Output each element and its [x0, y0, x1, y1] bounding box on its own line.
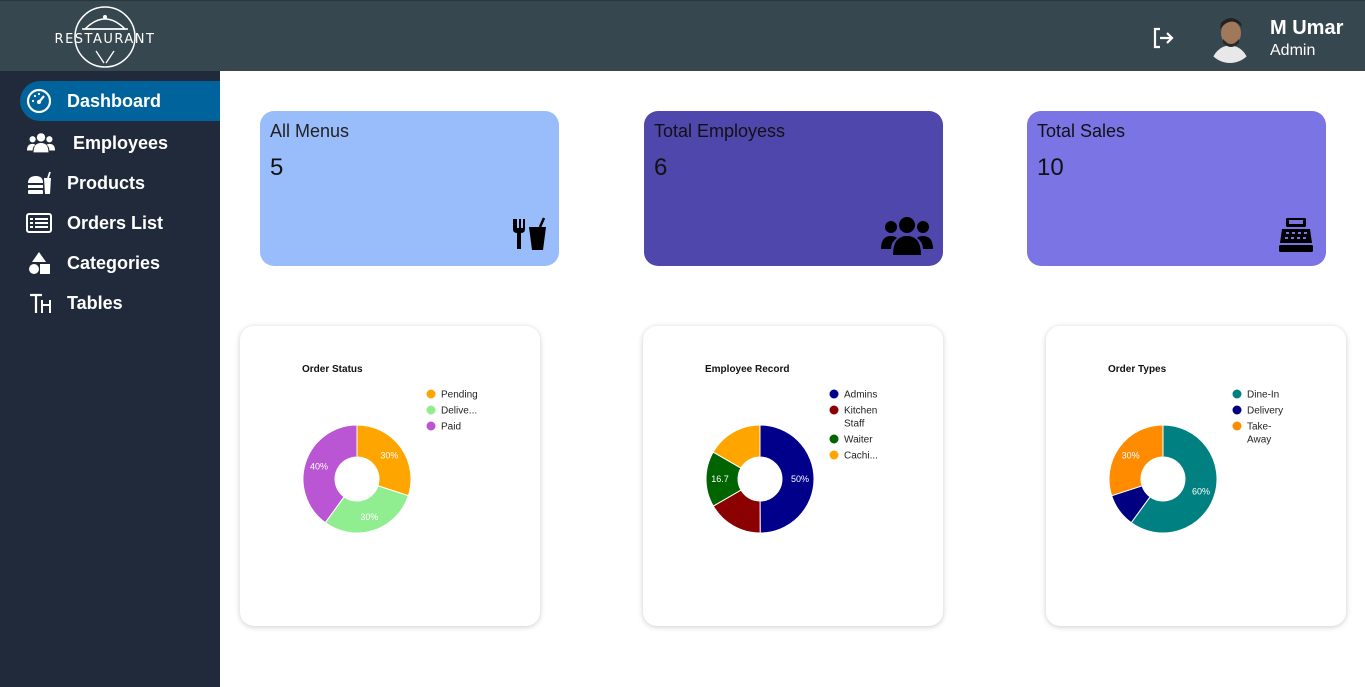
legend-swatch	[1232, 421, 1242, 431]
chart-card-employee-record: Employee Record 50% 16.7 Admins Kitchen Staff…	[643, 326, 943, 626]
top-bar: RESTAURANT M Umar Admin	[0, 0, 1365, 71]
sidebar-item-products[interactable]: Products	[20, 163, 220, 203]
chart-card-order-status: Order Status 30% 30% 40% Pending Delive... Pai…	[240, 326, 540, 626]
stat-card-menus[interactable]: All Menus 5	[260, 111, 559, 266]
legend-label[interactable]: Delivery	[1247, 406, 1283, 417]
sidebar-item-label: Employees	[73, 132, 169, 153]
users-icon	[881, 215, 933, 262]
legend-label[interactable]: Kitchen Staff	[844, 406, 877, 430]
legend-label[interactable]: Dine-In	[1247, 390, 1279, 401]
sidebar-item-label: Products	[67, 172, 146, 193]
user-photo-icon	[1205, 11, 1255, 63]
legend-swatch	[426, 389, 436, 399]
sidebar-item-tables[interactable]: Tables	[20, 283, 220, 323]
legend-label[interactable]: Pending	[441, 390, 478, 401]
stat-value: 5	[270, 154, 284, 181]
chart-title: Employee Record	[705, 364, 789, 375]
stat-value: 6	[654, 154, 668, 181]
sidebar-item-label: Orders List	[67, 212, 164, 233]
restaurant-logo[interactable]: RESTAURANT	[52, 5, 158, 69]
slice-data-label: 40%	[310, 462, 328, 472]
chart-title: Order Status	[302, 364, 363, 375]
stat-title: Total Employess	[654, 121, 786, 141]
slice-data-label: 50%	[791, 474, 809, 484]
legend-swatch	[1232, 389, 1242, 399]
list-icon	[25, 211, 53, 235]
users-icon	[27, 131, 55, 155]
legend-label[interactable]: Paid	[441, 422, 461, 433]
legend-swatch	[829, 389, 839, 399]
sidebar-item-orders-list[interactable]: Orders List	[20, 203, 220, 243]
table-icon	[26, 291, 54, 315]
stat-card-sales[interactable]: Total Sales 10	[1027, 111, 1326, 266]
sidebar: Dashboard Employees Products Orders List…	[0, 71, 220, 687]
cash-register-icon	[1278, 217, 1314, 258]
legend-label[interactable]: Admins	[844, 390, 877, 401]
order-status-chart: Order Status 30% 30% 40% Pending Delive... Pai…	[302, 364, 478, 534]
sidebar-item-employees[interactable]: Employees	[20, 123, 220, 163]
user-name: M Umar	[1270, 17, 1344, 39]
user-role: Admin	[1270, 42, 1316, 59]
legend-label[interactable]: Take-Away	[1247, 422, 1271, 446]
sidebar-item-label: Categories	[67, 252, 161, 273]
stat-card-employees[interactable]: Total Employess 6	[644, 111, 943, 266]
employee-record-chart: Employee Record 50% 16.7 Admins Kitchen Staff…	[705, 364, 878, 534]
slice-data-label: 16.7	[711, 474, 729, 484]
logo-text: RESTAURANT	[54, 32, 156, 47]
legend-swatch	[1232, 405, 1242, 415]
slice-data-label: 60%	[1192, 486, 1210, 496]
slice-data-label: 30%	[1122, 450, 1140, 460]
shapes-icon	[25, 251, 53, 275]
slice-data-label: 30%	[360, 512, 378, 522]
legend-label[interactable]: Waiter	[844, 435, 873, 446]
order-types-chart: Order Types 60% 30% Dine-In Delivery Take-Awa…	[1108, 364, 1283, 534]
legend-swatch	[829, 434, 839, 444]
slice-data-label: 30%	[380, 450, 398, 460]
chart-title: Order Types	[1108, 364, 1167, 375]
stat-title: All Menus	[270, 121, 350, 141]
legend-label[interactable]: Cachi...	[844, 451, 878, 462]
sidebar-item-label: Dashboard	[67, 90, 162, 111]
sidebar-item-dashboard[interactable]: Dashboard	[20, 81, 220, 121]
legend-swatch	[829, 405, 839, 415]
sidebar-item-categories[interactable]: Categories	[20, 243, 220, 283]
legend-swatch	[426, 405, 436, 415]
sign-out-icon	[1153, 27, 1174, 49]
gauge-icon	[25, 88, 53, 114]
stat-value: 10	[1037, 154, 1064, 181]
legend-swatch	[829, 450, 839, 460]
logout-button[interactable]	[1150, 25, 1176, 51]
sidebar-item-label: Tables	[67, 292, 123, 313]
legend-swatch	[426, 421, 436, 431]
utensils-drink-icon	[510, 217, 548, 256]
chart-card-order-types: Order Types 60% 30% Dine-In Delivery Take-Awa…	[1046, 326, 1346, 626]
legend-label[interactable]: Delive...	[441, 406, 477, 417]
stat-title: Total Sales	[1037, 121, 1126, 141]
burger-drink-icon	[25, 171, 53, 195]
avatar[interactable]	[1205, 11, 1255, 63]
